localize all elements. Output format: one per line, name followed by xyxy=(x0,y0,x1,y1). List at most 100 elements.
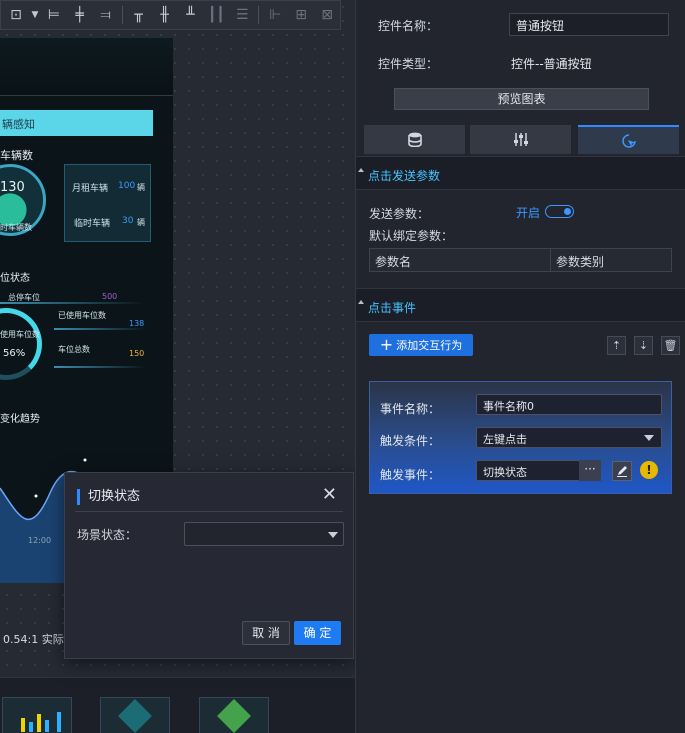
align-center-icon[interactable]: ╪ xyxy=(67,3,93,27)
send-params-label: 发送参数： xyxy=(369,207,430,221)
database-icon xyxy=(407,132,422,147)
add-interaction-button[interactable]: + 添加交互行为 xyxy=(369,334,473,356)
spots-value: 150 xyxy=(129,349,145,358)
tab-settings[interactable] xyxy=(470,125,571,154)
preview-section-trend: 变化趋势 xyxy=(0,414,40,425)
send-params-section[interactable]: 点击发送参数 xyxy=(356,156,685,190)
table-header-name: 参数名 xyxy=(370,249,551,271)
ungroup-icon[interactable]: ⊞ xyxy=(288,3,314,27)
grid-icon[interactable]: ⊠ xyxy=(314,3,340,27)
event-card: 事件名称： 事件名称0 触发条件： 左键点击 触发事件： 切换状态 ··· ! xyxy=(369,381,672,494)
close-icon[interactable]: ✕ xyxy=(322,485,337,505)
scene-state-label: 场景状态： xyxy=(77,528,138,542)
click-event-section[interactable]: 点击事件 xyxy=(356,288,685,322)
group-icon[interactable]: ⊩ xyxy=(262,3,288,27)
dialog-divider xyxy=(75,511,343,512)
toolbar-divider xyxy=(121,6,123,24)
bar-chart-thumbnail[interactable] xyxy=(2,697,72,733)
component-library xyxy=(0,677,355,733)
edit-icon[interactable] xyxy=(612,461,632,481)
chevron-down-icon xyxy=(328,532,338,538)
params-table: 参数名 参数类别 xyxy=(369,248,672,272)
vehicle-ring-caption: 时车辆数 xyxy=(0,223,32,232)
warning-icon[interactable]: ! xyxy=(640,461,658,479)
distribute-horizontal-icon[interactable]: ┃┃ xyxy=(203,3,229,27)
align-bottom-icon[interactable]: ╨ xyxy=(178,3,204,27)
control-name-label: 控件名称： xyxy=(378,19,439,33)
align-top-icon[interactable]: ╥ xyxy=(126,3,152,27)
align-toolbar: ⊡ ▼ ⊨ ╪ ⫤ ╥ ╫ ╨ ┃┃ ☰ ⊩ ⊞ ⊠ xyxy=(0,0,341,30)
distribute-vertical-icon[interactable]: ☰ xyxy=(229,3,255,27)
properties-panel: 控件名称： 普通按钮 控件类型： 控件--普通按钮 预览图表 点击发送参数 发送… xyxy=(355,0,685,733)
sliders-icon xyxy=(513,133,528,146)
temp-value: 30 xyxy=(122,216,134,226)
send-params-title: 点击发送参数 xyxy=(368,169,441,183)
toggle-text: 开启 xyxy=(516,206,541,220)
total-stop-value: 500 xyxy=(102,292,118,301)
trash-icon[interactable]: 🗑 xyxy=(661,336,680,355)
default-bind-label: 默认绑定参数： xyxy=(369,229,454,243)
preview-section-vehicles: 车辆数 xyxy=(0,149,33,162)
spots-line-2 xyxy=(54,366,146,368)
preview-section-spots: 位状态 xyxy=(0,273,30,284)
preview-header: 辆感知 xyxy=(0,110,153,136)
tab-data[interactable] xyxy=(364,125,465,154)
tab-interaction[interactable] xyxy=(578,125,679,154)
vehicle-count: 130 xyxy=(0,180,25,195)
used-label: 已使用车位数 xyxy=(58,311,106,320)
radar-chart-thumbnail[interactable] xyxy=(100,697,170,733)
align-right-icon[interactable]: ⫤ xyxy=(93,3,119,27)
monthly-value: 100 xyxy=(118,181,136,191)
event-name-input[interactable]: 事件名称0 xyxy=(476,394,662,415)
more-icon[interactable]: ··· xyxy=(579,460,601,481)
total-stop-label: 总停车位 xyxy=(8,293,40,302)
preview-banner xyxy=(0,38,173,96)
scene-state-select[interactable] xyxy=(184,522,344,546)
trigger-action-input[interactable]: 切换状态 xyxy=(476,460,580,481)
temp-label: 临时车辆 xyxy=(74,219,111,229)
switch-state-dialog: 切换状态 ✕ 场景状态： 取 消 确 定 xyxy=(64,472,354,659)
pencil-icon xyxy=(617,466,627,477)
monthly-unit: 辆 xyxy=(137,183,145,192)
caret-up-icon xyxy=(358,168,364,172)
trigger-condition-value: 左键点击 xyxy=(483,433,527,446)
preview-chart-button[interactable]: 预览图表 xyxy=(394,88,649,110)
interaction-icon xyxy=(621,133,636,148)
align-middle-icon[interactable]: ╫ xyxy=(152,3,178,27)
axis-tick: 12:00 xyxy=(28,536,52,545)
plus-icon: + xyxy=(379,335,394,354)
align-left-icon[interactable]: ⊨ xyxy=(41,3,67,27)
confirm-button[interactable]: 确 定 xyxy=(294,621,341,645)
caret-up-icon xyxy=(358,300,364,304)
trigger-condition-select[interactable]: 左键点击 xyxy=(476,427,662,448)
radar-chart-thumbnail-2[interactable] xyxy=(199,697,269,733)
ring-label: 使用车位数 xyxy=(0,330,40,339)
trigger-condition-label: 触发条件： xyxy=(380,434,441,448)
chevron-down-icon[interactable]: ▼ xyxy=(29,3,41,27)
move-up-icon[interactable]: ⇡ xyxy=(607,336,626,355)
chevron-down-icon xyxy=(644,435,654,441)
control-type-value: 控件--普通按钮 xyxy=(511,57,592,71)
monthly-label: 月租车辆 xyxy=(72,184,109,194)
toolbar-divider xyxy=(258,6,260,24)
canvas-workspace[interactable]: ⊡ ▼ ⊨ ╪ ⫤ ╥ ╫ ╨ ┃┃ ☰ ⊩ ⊞ ⊠ 辆感知 车辆数 130 时… xyxy=(0,0,355,733)
trigger-action-label: 触发事件： xyxy=(380,468,441,482)
move-down-icon[interactable]: ⇣ xyxy=(634,336,653,355)
event-name-label: 事件名称： xyxy=(380,402,441,416)
control-type-label: 控件类型： xyxy=(378,57,439,71)
used-value: 138 xyxy=(129,319,145,328)
frame-select-icon[interactable]: ⊡ xyxy=(3,3,29,27)
spots-ring xyxy=(0,308,42,380)
cancel-button[interactable]: 取 消 xyxy=(242,621,290,645)
table-header-type: 参数类别 xyxy=(556,255,605,269)
click-event-title: 点击事件 xyxy=(368,301,417,315)
temp-unit: 辆 xyxy=(137,218,145,227)
dialog-title: 切换状态 xyxy=(77,489,140,505)
add-interaction-label: 添加交互行为 xyxy=(396,339,463,352)
control-name-input[interactable]: 普通按钮 xyxy=(509,13,669,36)
used-line xyxy=(54,328,146,330)
spots-label: 车位总数 xyxy=(58,345,90,354)
ring-percent: 56% xyxy=(3,348,26,359)
send-params-toggle[interactable] xyxy=(545,205,574,218)
vehicle-stats-box xyxy=(64,164,151,242)
